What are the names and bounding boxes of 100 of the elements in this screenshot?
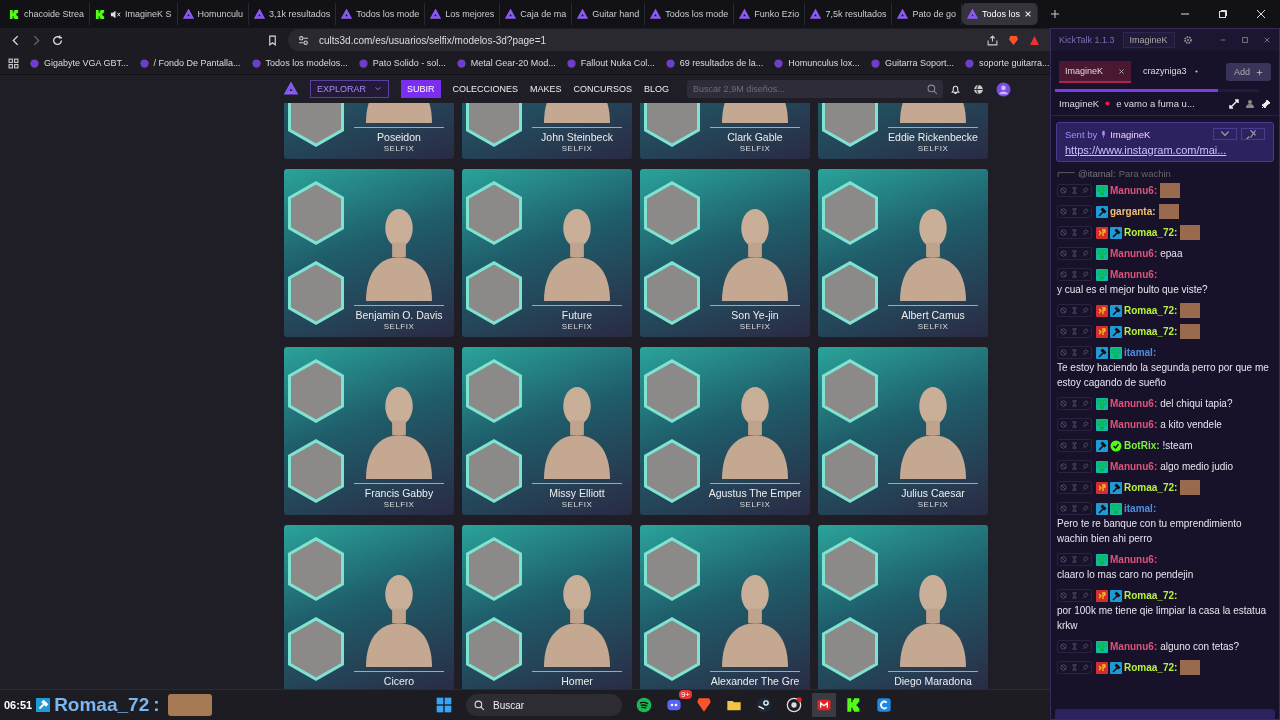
ban-icon[interactable]: [1058, 347, 1069, 358]
explore-dropdown[interactable]: EXPLORAR: [310, 80, 390, 98]
ban-icon[interactable]: [1058, 440, 1069, 451]
steam-icon[interactable]: [756, 697, 772, 713]
bookmark-item[interactable]: 69 resultados de la...: [664, 57, 764, 69]
triangle-alert-icon[interactable]: [1029, 34, 1040, 46]
bookmark-item[interactable]: Guitarra Soport...: [869, 57, 954, 69]
hourglass-icon[interactable]: [1069, 662, 1080, 673]
bell-icon[interactable]: [950, 83, 962, 95]
hourglass-icon[interactable]: [1069, 461, 1080, 472]
channel-tab[interactable]: ImagineK: [1059, 61, 1131, 83]
hourglass-icon[interactable]: [1069, 227, 1080, 238]
chat-username[interactable]: BotRix:: [1124, 438, 1160, 453]
hourglass-icon[interactable]: [1069, 326, 1080, 337]
hourglass-icon[interactable]: [1069, 398, 1080, 409]
browser-tab[interactable]: 3,1k resultados: [249, 3, 337, 25]
browser-tab[interactable]: ImagineK S: [90, 3, 178, 25]
chat-username[interactable]: Romaa_72:: [1124, 480, 1178, 495]
share-icon[interactable]: [987, 34, 998, 46]
model-card[interactable]: Eddie Rickenbecke SELFIX: [818, 103, 988, 159]
model-card[interactable]: Alexander The Gre: [640, 525, 810, 689]
app-icon[interactable]: [876, 697, 892, 713]
hourglass-icon[interactable]: [1069, 347, 1080, 358]
maximize-icon[interactable]: [1241, 36, 1249, 44]
model-card[interactable]: Poseidon SELFIX: [284, 103, 454, 159]
hourglass-icon[interactable]: [1069, 590, 1080, 601]
address-bar[interactable]: cults3d.com/es/usuarios/selfix/modelos-3d?page=1: [288, 29, 1050, 51]
nav-link[interactable]: MAKES: [530, 84, 562, 94]
restore-icon[interactable]: [1218, 9, 1228, 19]
browser-tab[interactable]: Pato de go: [892, 3, 962, 25]
reload-icon[interactable]: [52, 34, 63, 46]
music-app-icon[interactable]: [636, 697, 652, 713]
ban-icon[interactable]: [1058, 185, 1069, 196]
unpin-icon[interactable]: [1241, 128, 1265, 140]
bookmark-item[interactable]: Homunculus lox...: [773, 57, 860, 69]
chat-input[interactable]: [1055, 709, 1275, 719]
chat-username[interactable]: Manunu6:: [1110, 396, 1158, 411]
model-card[interactable]: John Steinbeck SELFIX: [462, 103, 632, 159]
hourglass-icon[interactable]: [1069, 206, 1080, 217]
chat-username[interactable]: Manunu6:: [1110, 639, 1158, 654]
chat-app-icon[interactable]: [666, 697, 682, 713]
chat-username[interactable]: Romaa_72:: [1124, 303, 1178, 318]
chat-username[interactable]: garganta:: [1110, 204, 1156, 219]
browser-tab[interactable]: chacoide Strea: [4, 3, 91, 25]
model-card[interactable]: Benjamin O. Davis SELFIX: [284, 169, 454, 337]
kick-logo-icon[interactable]: [846, 697, 862, 713]
browser-tab[interactable]: Funko Ezio: [734, 3, 806, 25]
ban-icon[interactable]: [1058, 419, 1069, 430]
model-card[interactable]: Agustus The Emper SELFIX: [640, 347, 810, 515]
add-channel-button[interactable]: Add: [1226, 63, 1271, 81]
hourglass-icon[interactable]: [1069, 185, 1080, 196]
account-button[interactable]: ImagineK: [1122, 32, 1175, 48]
triangle-logo-icon[interactable]: [284, 82, 298, 96]
pinned-link[interactable]: https://www.instagram.com/mai...: [1065, 144, 1265, 156]
nav-link[interactable]: COLECCIONES: [452, 84, 519, 94]
ban-icon[interactable]: [1058, 641, 1069, 652]
ban-icon[interactable]: [1058, 590, 1069, 601]
chat-username[interactable]: Manunu6:: [1110, 459, 1158, 474]
nav-link[interactable]: CONCURSOS: [573, 84, 633, 94]
bookmark-item[interactable]: / Fondo De Pantalla...: [138, 57, 241, 69]
chevron-down-icon[interactable]: [1213, 128, 1237, 140]
model-card[interactable]: Albert Camus SELFIX: [818, 169, 988, 337]
chat-username[interactable]: Manunu6:: [1110, 246, 1158, 261]
windows-start-icon[interactable]: [436, 697, 452, 713]
bookmark-item[interactable]: Metal Gear-20 Mod...: [455, 57, 556, 69]
model-card[interactable]: Francis Gabby SELFIX: [284, 347, 454, 515]
site-settings-icon[interactable]: [298, 34, 309, 46]
chat-username[interactable]: itamal:: [1124, 345, 1157, 360]
ban-icon[interactable]: [1058, 482, 1069, 493]
app-icon[interactable]: [812, 693, 836, 717]
model-card[interactable]: Clark Gable SELFIX: [640, 103, 810, 159]
chat-username[interactable]: itamal:: [1124, 501, 1157, 516]
expand-icon[interactable]: [1229, 98, 1239, 109]
hourglass-icon[interactable]: [1069, 440, 1080, 451]
browser-tab[interactable]: Guitar hand: [572, 3, 646, 25]
browser-tab[interactable]: Todos los: [961, 3, 1038, 25]
pin-icon[interactable]: [1261, 98, 1271, 109]
forward-icon[interactable]: [31, 34, 42, 46]
model-card[interactable]: Julius Caesar SELFIX: [818, 347, 988, 515]
chat-username[interactable]: Romaa_72:: [1124, 324, 1178, 339]
bookmark-item[interactable]: Gigabyte VGA GBT...: [29, 57, 129, 69]
channel-tab[interactable]: crazyniga3: [1137, 61, 1206, 83]
lion-shield-icon[interactable]: [1008, 34, 1019, 46]
hourglass-icon[interactable]: [1069, 554, 1080, 565]
hourglass-icon[interactable]: [1069, 269, 1080, 280]
search-field[interactable]: Buscar 2,9M diseños...: [687, 80, 944, 98]
globe-icon[interactable]: [973, 83, 985, 95]
chat-username[interactable]: Romaa_72:: [1124, 660, 1178, 675]
avatar-icon[interactable]: [996, 81, 1012, 97]
user-icon[interactable]: [1245, 98, 1255, 109]
ban-icon[interactable]: [1058, 326, 1069, 337]
chat-username[interactable]: Manunu6:: [1110, 267, 1158, 282]
taskbar-search[interactable]: Buscar: [466, 694, 622, 716]
new-tab-icon[interactable]: [1050, 9, 1060, 19]
browser-tab[interactable]: Los mejores: [425, 3, 501, 25]
ban-icon[interactable]: [1058, 503, 1069, 514]
ban-icon[interactable]: [1058, 206, 1069, 217]
model-card[interactable]: Son Ye-jin SELFIX: [640, 169, 810, 337]
chat-username[interactable]: Romaa_72:: [1124, 225, 1178, 240]
ban-icon[interactable]: [1058, 269, 1069, 280]
